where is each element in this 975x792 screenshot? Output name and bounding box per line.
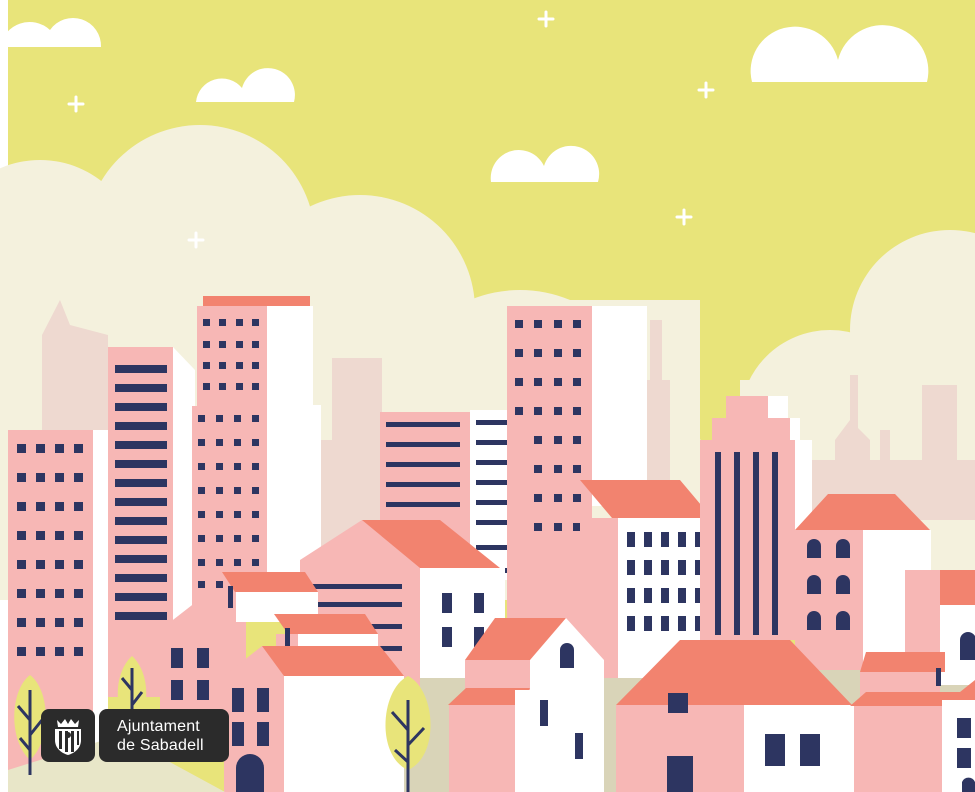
logo-line-1: Ajuntament bbox=[117, 717, 200, 735]
lower-pink-house bbox=[224, 646, 404, 792]
ajuntament-logo: Ajuntament de Sabadell bbox=[41, 709, 229, 762]
logo-line-2: de Sabadell bbox=[117, 736, 204, 754]
city-illustration-svg bbox=[0, 0, 975, 792]
city-illustration bbox=[0, 0, 975, 792]
logo-text: Ajuntament de Sabadell bbox=[99, 709, 229, 762]
coat-of-arms-icon bbox=[41, 709, 95, 762]
